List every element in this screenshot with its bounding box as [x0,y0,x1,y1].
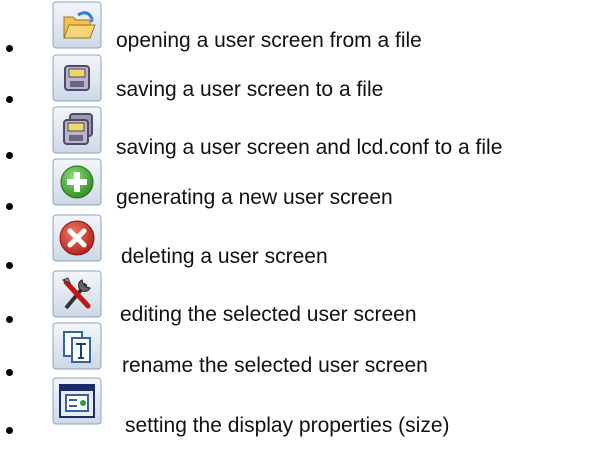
green-plus-icon [52,158,102,206]
red-x-icon [52,214,102,262]
list-item-new: generating a new user screen [0,156,609,210]
bullet [6,427,13,434]
list-item-edit: editing the selected user screen [0,260,609,326]
display-properties-icon [52,377,102,425]
list-item-save: saving a user screen to a file [0,52,609,104]
bullet [6,96,13,103]
item-label: saving a user screen to a file [116,78,384,101]
list-item-display-properties: setting the display properties (size) [0,364,609,437]
bullet [6,45,13,52]
open-folder-icon [52,1,102,49]
tools-icon [52,270,102,318]
item-label: setting the display properties (size) [125,414,450,437]
list-item-rename: rename the selected user screen [0,312,609,377]
list-item-save-all: saving a user screen and lcd.conf to a f… [0,104,609,159]
save-all-disks-icon [52,106,102,154]
item-label: generating a new user screen [116,186,393,209]
rename-icon [52,322,102,370]
item-label: opening a user screen from a file [116,29,422,52]
list-item-open: opening a user screen from a file [0,0,609,52]
save-disk-icon [52,54,102,102]
list-item-delete: deleting a user screen [0,208,609,269]
